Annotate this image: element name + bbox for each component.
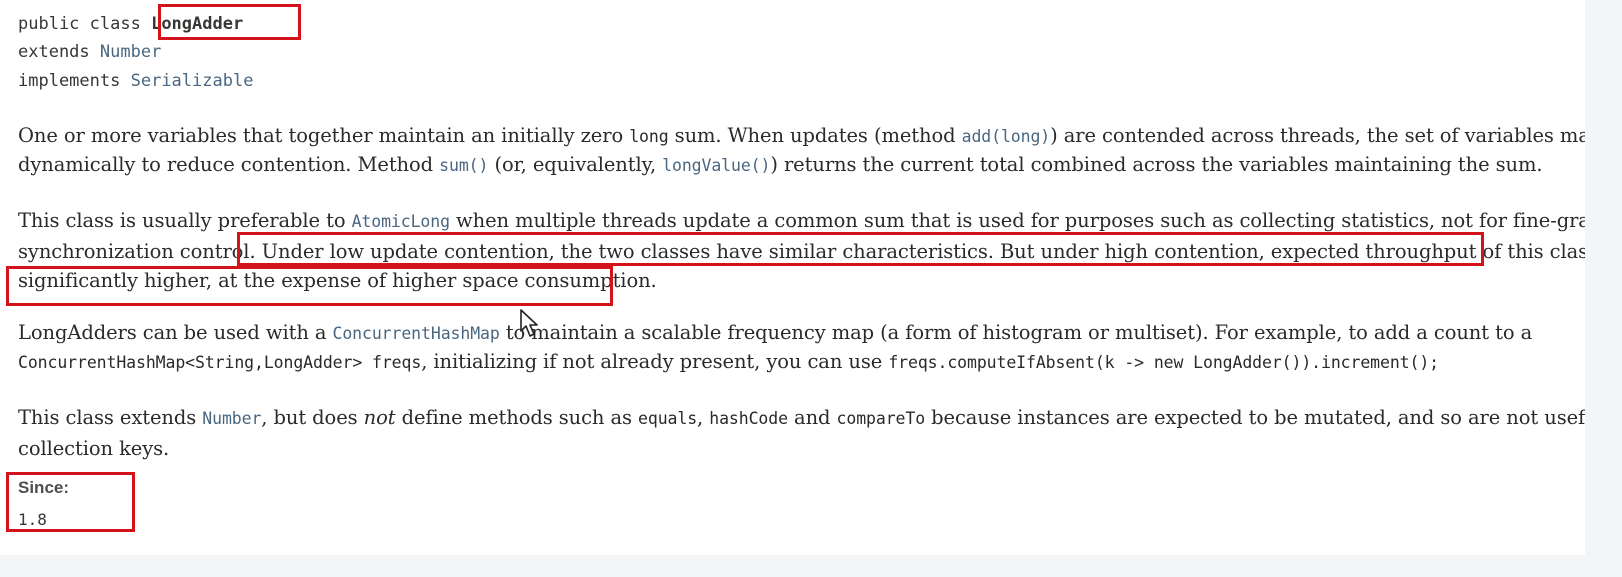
sum-method-link[interactable]: sum() bbox=[439, 156, 488, 175]
highlight-box-since bbox=[6, 472, 135, 532]
text: , but does bbox=[261, 406, 358, 429]
implements-line: implements Serializable bbox=[18, 71, 253, 91]
text: One or more variables that together main… bbox=[18, 124, 624, 147]
paragraph-1-line-2: dynamically to reduce contention. Method… bbox=[18, 153, 1543, 176]
code-hashcode: hashCode bbox=[709, 409, 788, 428]
text: This class extends bbox=[18, 406, 197, 429]
code-compute-if-absent: freqs.computeIfAbsent(k -> new LongAdder… bbox=[888, 353, 1440, 372]
paragraph-4-line-2: collection keys. bbox=[18, 437, 169, 460]
atomiclong-link[interactable]: AtomicLong bbox=[352, 212, 450, 231]
class-keyword: public class bbox=[18, 14, 141, 34]
mouse-pointer-icon bbox=[520, 309, 538, 337]
text: , initializing if not already present, y… bbox=[421, 350, 883, 373]
paragraph-4-line-1: This class extends Number, but does not … bbox=[18, 406, 1622, 429]
paragraph-3-line-1: LongAdders can be used with a Concurrent… bbox=[18, 321, 1532, 344]
page-right-margin bbox=[1585, 0, 1622, 577]
extends-line: extends Number bbox=[18, 42, 161, 62]
text: collection keys. bbox=[18, 437, 170, 460]
code-compareto: compareTo bbox=[836, 409, 926, 428]
page-bottom-margin bbox=[0, 555, 1622, 577]
highlight-box-contention-line-2 bbox=[6, 266, 613, 306]
text: , bbox=[697, 406, 704, 429]
text: synchronization control. bbox=[18, 240, 256, 263]
paragraph-2-line-1: This class is usually preferable to Atom… bbox=[18, 209, 1622, 232]
text: and bbox=[794, 406, 831, 429]
add-method-link[interactable]: add(long) bbox=[962, 127, 1051, 146]
longvalue-method-link[interactable]: longValue() bbox=[662, 156, 770, 175]
number-link[interactable]: Number bbox=[100, 42, 161, 62]
text: ) returns the current total combined acr… bbox=[770, 153, 1543, 176]
text: ) are contended across threads, the set … bbox=[1050, 124, 1622, 147]
text: This class is usually preferable to bbox=[18, 209, 346, 232]
text: sum. When updates (method bbox=[674, 124, 956, 147]
extends-keyword: extends bbox=[18, 42, 90, 62]
number-link[interactable]: Number bbox=[202, 409, 261, 428]
text: (or, equivalently, bbox=[494, 153, 657, 176]
serializable-link[interactable]: Serializable bbox=[131, 71, 254, 91]
concurrenthashmap-link[interactable]: ConcurrentHashMap bbox=[333, 324, 500, 343]
text: dynamically to reduce contention. Method bbox=[18, 153, 434, 176]
paragraph-3-line-2: ConcurrentHashMap<String,LongAdder> freq… bbox=[18, 350, 1439, 373]
code-long: long bbox=[629, 127, 669, 146]
paragraph-1-line-1: One or more variables that together main… bbox=[18, 124, 1622, 147]
text: define methods such as bbox=[401, 406, 632, 429]
text: LongAdders can be used with a bbox=[18, 321, 327, 344]
code-equals: equals bbox=[638, 409, 698, 428]
implements-keyword: implements bbox=[18, 71, 121, 91]
emphasis: not bbox=[363, 406, 396, 429]
text: when multiple threads update a common su… bbox=[456, 209, 1622, 232]
highlight-box-contention-line-1 bbox=[237, 232, 1484, 266]
text: to maintain a scalable frequency map (a … bbox=[505, 321, 1533, 344]
highlight-box-class-name bbox=[158, 4, 301, 40]
text: because instances are expected to be mut… bbox=[931, 406, 1622, 429]
code-freqs-declaration: ConcurrentHashMap<String,LongAdder> freq… bbox=[18, 353, 422, 372]
